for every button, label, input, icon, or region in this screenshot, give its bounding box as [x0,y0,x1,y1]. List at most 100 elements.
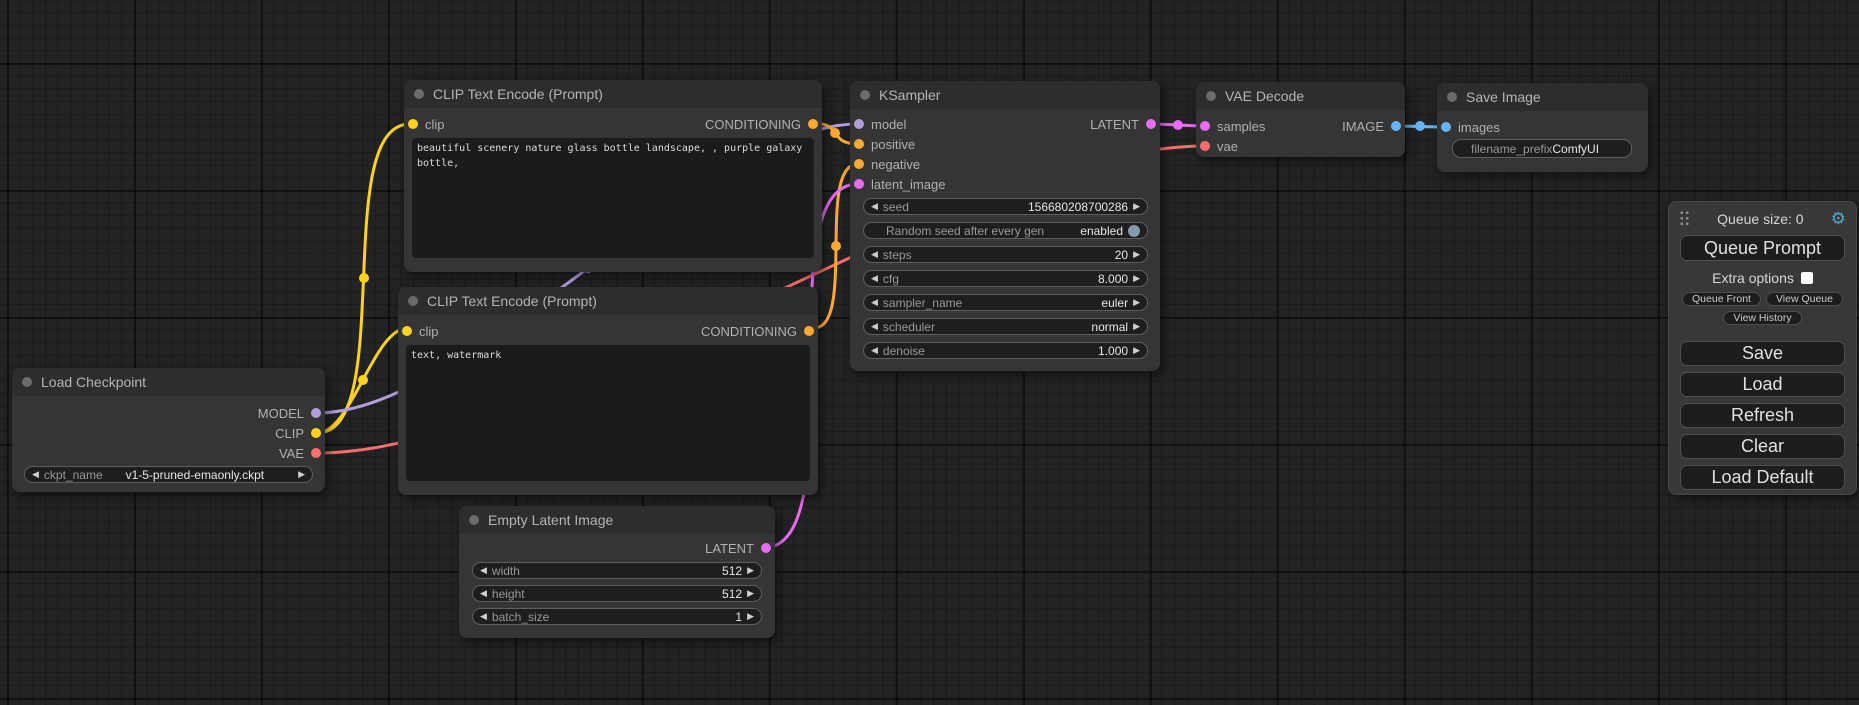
node-title-label: Empty Latent Image [488,512,613,528]
collapse-dot[interactable] [1206,91,1216,101]
decrement-arrow-icon[interactable]: ◀ [871,250,878,259]
increment-arrow-icon[interactable]: ▶ [1133,322,1140,331]
input-port-images[interactable] [1441,122,1451,132]
node-title-bar[interactable]: Save Image [1437,83,1648,111]
load-button[interactable]: Load [1680,372,1845,397]
increment-arrow-icon[interactable]: ▶ [1133,202,1140,211]
output-port-clip[interactable] [311,428,321,438]
input-port-positive[interactable] [854,139,864,149]
node-title-bar[interactable]: Load Checkpoint [12,368,325,396]
node-save-image[interactable]: Save Image images filename_prefix ComfyU… [1437,83,1648,172]
decrement-arrow-icon[interactable]: ◀ [871,346,878,355]
output-port-image[interactable] [1391,121,1401,131]
widget-label: sampler_name [883,296,962,310]
extra-options-checkbox[interactable] [1801,272,1813,284]
widget-sampler-name[interactable]: ◀ sampler_name euler ▶ [863,294,1148,311]
increment-arrow-icon[interactable]: ▶ [747,612,754,621]
wire-clip-to-positive-prompt-midpoint-dot [359,273,369,283]
decrement-arrow-icon[interactable]: ◀ [32,470,39,479]
increment-arrow-icon[interactable]: ▶ [1133,274,1140,283]
node-title-label: CLIP Text Encode (Prompt) [433,86,603,102]
decrement-arrow-icon[interactable]: ◀ [871,274,878,283]
view-history-button[interactable]: View History [1723,311,1801,325]
node-empty-latent-image[interactable]: Empty Latent Image LATENT ◀ width 512 ▶ … [459,506,775,638]
collapse-dot[interactable] [469,515,479,525]
toggle-knob[interactable] [1128,225,1140,237]
decrement-arrow-icon[interactable]: ◀ [871,322,878,331]
decrement-arrow-icon[interactable]: ◀ [480,612,487,621]
queue-front-button[interactable]: Queue Front [1682,292,1761,306]
widget-denoise[interactable]: ◀ denoise 1.000 ▶ [863,342,1148,359]
collapse-dot[interactable] [1447,92,1457,102]
output-label-conditioning: CONDITIONING [701,324,797,339]
clear-button[interactable]: Clear [1680,434,1845,459]
widget-width[interactable]: ◀ width 512 ▶ [472,562,762,579]
increment-arrow-icon[interactable]: ▶ [1133,298,1140,307]
output-port-latent[interactable] [1146,119,1156,129]
widget-scheduler[interactable]: ◀ scheduler normal ▶ [863,318,1148,335]
prompt-textarea[interactable]: text, watermark [406,345,810,481]
collapse-dot[interactable] [860,90,870,100]
queue-prompt-button[interactable]: Queue Prompt [1680,235,1845,261]
widget-height[interactable]: ◀ height 512 ▶ [472,585,762,602]
input-port-samples[interactable] [1200,121,1210,131]
wire-latent-to-vae-decode-midpoint-dot [1173,120,1183,130]
increment-arrow-icon[interactable]: ▶ [298,470,305,479]
widget-ckpt-name[interactable]: ◀ ckpt_name v1-5-pruned-emaonly.ckpt ▶ [24,466,313,483]
widget-value: enabled [1080,224,1123,238]
node-title-bar[interactable]: Empty Latent Image [459,506,775,534]
refresh-button[interactable]: Refresh [1680,403,1845,428]
increment-arrow-icon[interactable]: ▶ [747,566,754,575]
decrement-arrow-icon[interactable]: ◀ [871,202,878,211]
input-port-clip[interactable] [402,326,412,336]
widget-value: 512 [722,587,742,601]
node-vae-decode[interactable]: VAE Decode samples IMAGE vae [1196,82,1405,157]
input-port-latent-image[interactable] [854,179,864,189]
collapse-dot[interactable] [414,89,424,99]
input-port-clip[interactable] [408,119,418,129]
input-port-model[interactable] [854,119,864,129]
decrement-arrow-icon[interactable]: ◀ [480,566,487,575]
prompt-textarea[interactable]: beautiful scenery nature glass bottle la… [412,138,814,258]
widget-steps[interactable]: ◀ steps 20 ▶ [863,246,1148,263]
widget-filename-prefix[interactable]: filename_prefix ComfyUI [1452,139,1632,158]
output-port-model[interactable] [311,408,321,418]
output-port-conditioning[interactable] [804,326,814,336]
gear-icon[interactable]: ⚙ [1831,210,1846,227]
drag-handle-icon[interactable] [1679,210,1690,227]
widget-cfg[interactable]: ◀ cfg 8.000 ▶ [863,270,1148,287]
node-load-checkpoint[interactable]: Load Checkpoint MODEL CLIP VAE ◀ ckpt_na… [12,368,325,492]
view-queue-button[interactable]: View Queue [1766,292,1843,306]
node-ksampler[interactable]: KSampler model LATENT positive negative … [850,81,1160,371]
output-port-conditioning[interactable] [808,119,818,129]
input-port-vae[interactable] [1200,141,1210,151]
comfyui-canvas[interactable]: { "colors": { "model": "#B39DDB", "clip"… [0,0,1859,705]
output-port-latent[interactable] [761,543,771,553]
widget-random-seed-toggle[interactable]: Random seed after every gen enabled [863,222,1148,239]
node-clip-text-encode-positive[interactable]: CLIP Text Encode (Prompt) clip CONDITION… [404,80,822,272]
increment-arrow-icon[interactable]: ▶ [747,589,754,598]
load-default-button[interactable]: Load Default [1680,465,1845,490]
node-title-bar[interactable]: VAE Decode [1196,82,1405,110]
widget-seed[interactable]: ◀ seed 156680208700286 ▶ [863,198,1148,215]
widget-label: denoise [883,344,925,358]
widget-value: normal [1091,320,1128,334]
collapse-dot[interactable] [408,296,418,306]
collapse-dot[interactable] [22,377,32,387]
widget-batch-size[interactable]: ◀ batch_size 1 ▶ [472,608,762,625]
output-label-clip: CLIP [275,426,304,441]
increment-arrow-icon[interactable]: ▶ [1133,346,1140,355]
output-port-vae[interactable] [311,448,321,458]
save-button[interactable]: Save [1680,341,1845,366]
node-title-bar[interactable]: CLIP Text Encode (Prompt) [398,287,818,315]
node-title-bar[interactable]: KSampler [850,81,1160,109]
input-label-negative: negative [871,157,920,172]
decrement-arrow-icon[interactable]: ◀ [480,589,487,598]
node-title-bar[interactable]: CLIP Text Encode (Prompt) [404,80,822,108]
input-port-negative[interactable] [854,159,864,169]
output-label-latent: LATENT [1090,117,1139,132]
node-title-label: Load Checkpoint [41,374,146,390]
decrement-arrow-icon[interactable]: ◀ [871,298,878,307]
node-clip-text-encode-negative[interactable]: CLIP Text Encode (Prompt) clip CONDITION… [398,287,818,495]
increment-arrow-icon[interactable]: ▶ [1133,250,1140,259]
